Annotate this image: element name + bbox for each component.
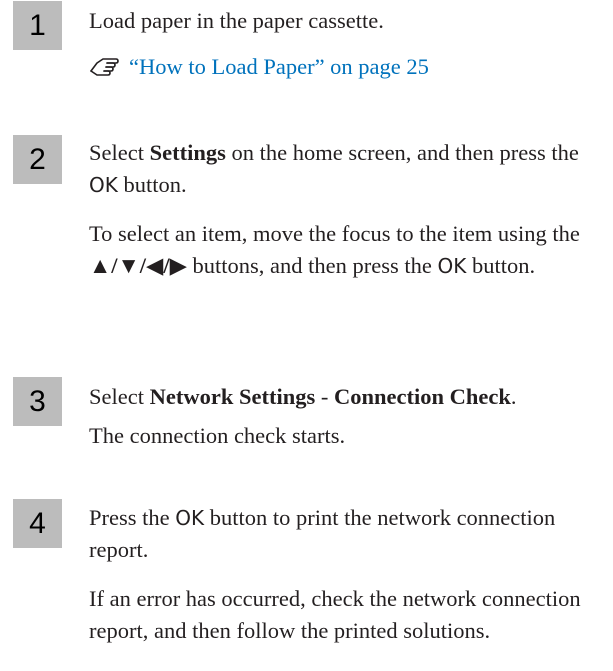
step-number-box: 3 bbox=[13, 377, 62, 426]
arrow-buttons-label: ▲/▼/◀/▶ bbox=[89, 253, 187, 278]
text-fragment: button. bbox=[466, 253, 536, 278]
step-body: Press the OK button to print the network… bbox=[89, 502, 609, 647]
text-fragment: - bbox=[315, 384, 334, 409]
ok-button-label: OK bbox=[437, 254, 467, 278]
text-fragment: on the home screen, and then press the bbox=[225, 140, 579, 165]
step-number: 4 bbox=[29, 506, 46, 540]
step-note: If an error has occurred, check the netw… bbox=[89, 586, 581, 643]
step-text: Select Settings on the home screen, and … bbox=[89, 137, 609, 201]
step-number: 2 bbox=[29, 142, 46, 176]
text-fragment: Select bbox=[89, 140, 150, 165]
text-fragment: Press the bbox=[89, 505, 176, 530]
reference-line[interactable]: “How to Load Paper” on page 25 bbox=[89, 51, 609, 87]
step-number-box: 4 bbox=[13, 499, 62, 548]
step-text: Press the OK button to print the network… bbox=[89, 502, 609, 566]
text-fragment: . bbox=[510, 384, 517, 409]
text-fragment: Select bbox=[89, 384, 150, 409]
ok-button-label: OK bbox=[175, 506, 205, 530]
step-number: 3 bbox=[29, 384, 46, 418]
text-fragment: buttons, and then press the bbox=[186, 253, 438, 278]
menu-item-connection-check: Connection Check bbox=[333, 384, 511, 409]
menu-item-settings: Settings bbox=[149, 140, 226, 165]
step-body: Load paper in the paper cassette. “How t… bbox=[89, 5, 609, 87]
menu-item-network-settings: Network Settings bbox=[149, 384, 316, 409]
pointing-hand-reference-icon bbox=[89, 55, 119, 87]
step-number-box: 1 bbox=[13, 1, 62, 50]
step-note: The connection check starts. bbox=[89, 423, 346, 448]
step-note: To select an item, move the focus to the… bbox=[89, 218, 609, 282]
ok-button-label: OK bbox=[89, 173, 118, 197]
step-number-box: 2 bbox=[13, 135, 62, 184]
text-fragment: To select an item, move the focus to the… bbox=[89, 221, 580, 246]
step-body: Select Network Settings - Connection Che… bbox=[89, 381, 609, 452]
step-text: Select Network Settings - Connection Che… bbox=[89, 381, 609, 413]
step-body: Select Settings on the home screen, and … bbox=[89, 137, 609, 282]
text-fragment: button. bbox=[117, 172, 187, 197]
reference-link[interactable]: “How to Load Paper” on page 25 bbox=[129, 54, 429, 79]
step-text: Load paper in the paper cassette. bbox=[89, 8, 384, 33]
step-number: 1 bbox=[29, 8, 46, 42]
